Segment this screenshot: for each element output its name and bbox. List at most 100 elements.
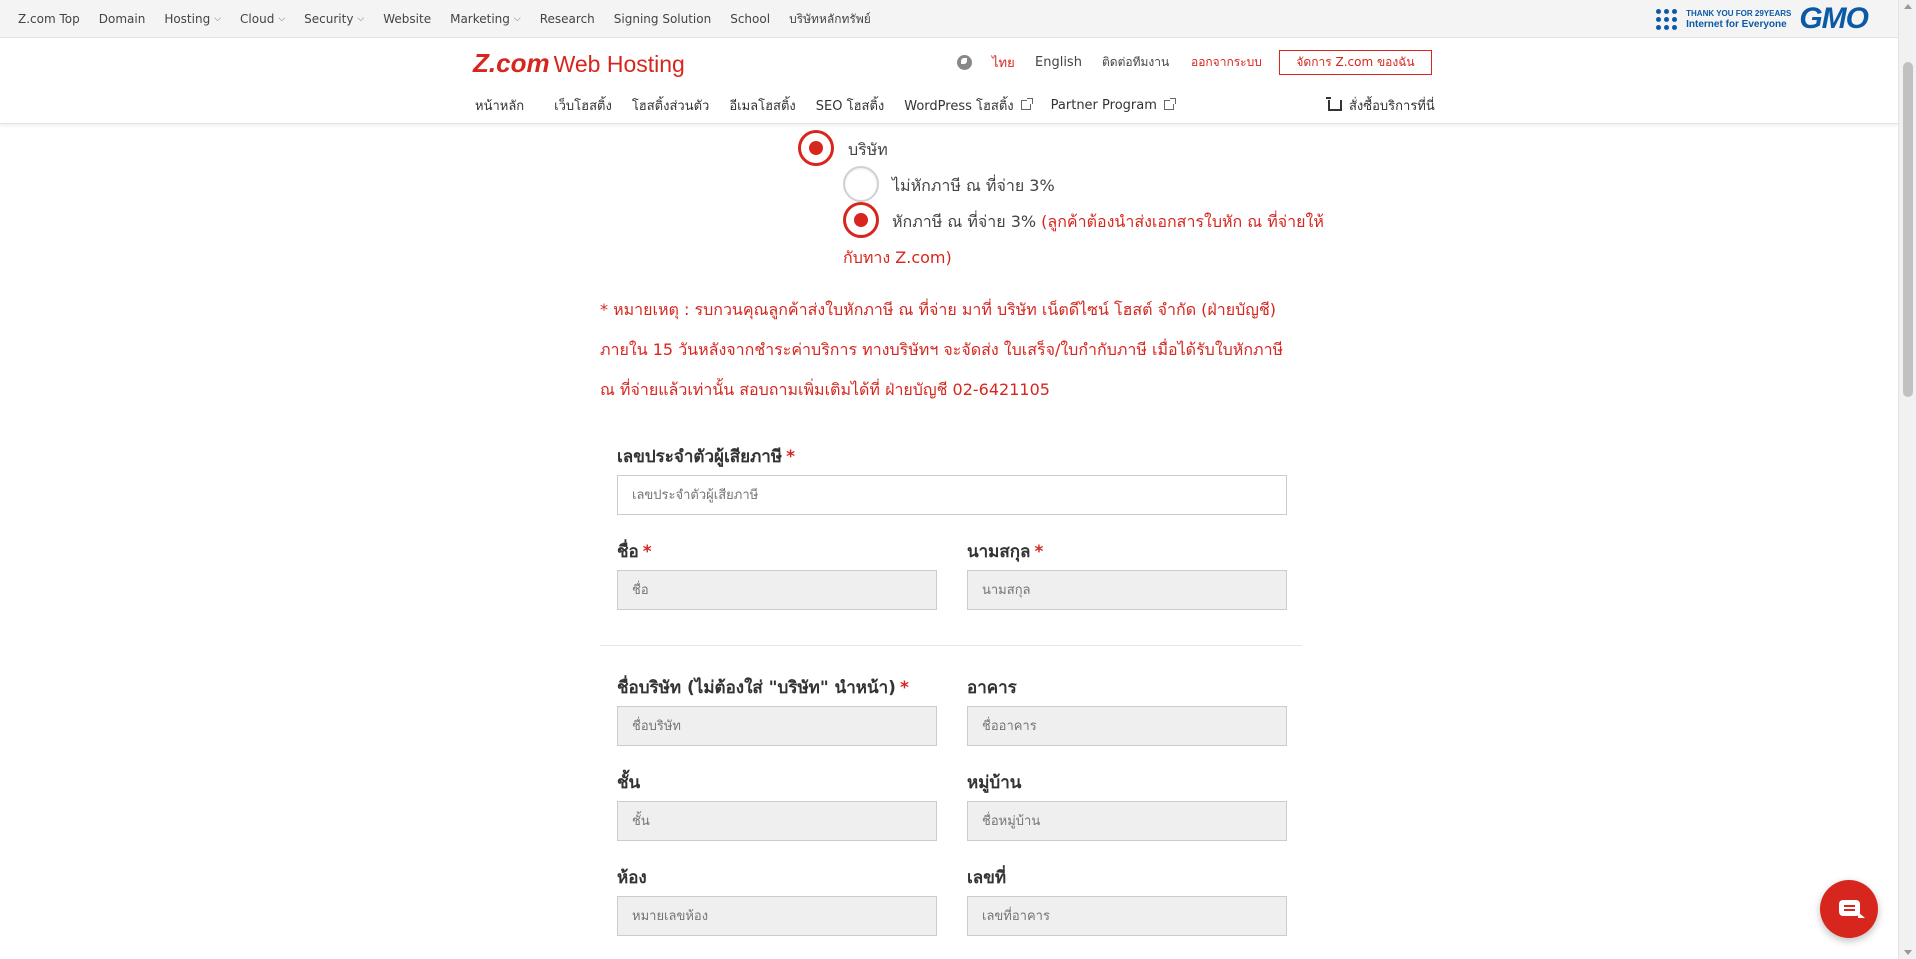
- gmo-nav-item-marketing[interactable]: Marketing ⌵: [450, 12, 521, 26]
- radio-withholding[interactable]: [843, 202, 879, 238]
- cart-icon: [1326, 96, 1342, 111]
- withholding-note-continued: กับทาง Z.com): [843, 248, 952, 267]
- chevron-down-icon: ⌵: [214, 14, 222, 24]
- first-name-input[interactable]: [617, 570, 937, 610]
- gmo-nav-label: Domain: [98, 12, 146, 26]
- required-mark: *: [899, 678, 909, 698]
- main-nav: หน้าหลัก เว็บโฮสติ้ง โฮสติ้งส่วนตัว อีเม…: [475, 94, 1194, 116]
- number-label: เลขที่: [967, 868, 1007, 888]
- logo-zcom: Z.com: [473, 48, 550, 78]
- last-name-label-text: นามสกุล: [967, 542, 1031, 562]
- nav-item-wordpress-hosting[interactable]: WordPress โฮสติ้ง: [904, 95, 1033, 116]
- gmo-nav-label: Website: [383, 12, 432, 26]
- tax-id-input[interactable]: [617, 475, 1287, 515]
- gmo-nav-item-zcom-top[interactable]: Z.com Top: [18, 12, 80, 26]
- chevron-down-icon: ⌵: [278, 14, 286, 24]
- gmo-nav-label: School: [730, 12, 771, 26]
- gmo-nav-item-domain[interactable]: Domain: [99, 12, 146, 26]
- gmo-tagline-line2: Internet for Everyone: [1686, 19, 1787, 30]
- gmo-nav-item-security[interactable]: Security ⌵: [304, 12, 364, 26]
- chat-button[interactable]: [1820, 880, 1878, 938]
- lang-english-link[interactable]: English: [1035, 51, 1082, 73]
- nav-item-web-hosting[interactable]: เว็บโฮสติ้ง: [554, 95, 612, 116]
- required-mark: *: [786, 447, 795, 467]
- first-name-label: ชื่อ *: [617, 538, 652, 565]
- withholding-option: หักภาษี ณ ที่จ่าย 3% (ลูกค้าต้องนำส่งเอก…: [892, 210, 1324, 235]
- gmo-nav-item-cloud[interactable]: Cloud ⌵: [240, 12, 285, 26]
- logout-link[interactable]: ออกจากระบบ: [1191, 51, 1262, 73]
- nav-item-email-hosting[interactable]: อีเมลโฮสติ้ง: [729, 95, 795, 116]
- vertical-scrollbar[interactable]: [1898, 0, 1916, 959]
- company-name-label-text: ชื่อบริษัท (ไม่ต้องใส่ "บริษัท" นำหน้า): [617, 678, 896, 698]
- nav-item-seo-hosting[interactable]: SEO โฮสติ้ง: [816, 95, 884, 116]
- order-service-link[interactable]: สั่งซื้อบริการที่นี่: [1326, 94, 1435, 116]
- lang-thai-link[interactable]: ไทย: [992, 51, 1015, 73]
- building-input[interactable]: [967, 706, 1287, 746]
- radio-company[interactable]: [798, 130, 834, 166]
- nav-item-label: เว็บโฮสติ้ง: [554, 98, 612, 114]
- gmo-nav-label: บริษัทหลักทรัพย์: [789, 11, 871, 26]
- withholding-label: หักภาษี ณ ที่จ่าย 3%: [892, 212, 1037, 231]
- apps-grid-icon[interactable]: [1656, 9, 1678, 30]
- village-label: หมู่บ้าน: [967, 773, 1022, 793]
- company-option-label: บริษัท: [848, 140, 888, 159]
- required-mark: *: [1034, 542, 1044, 562]
- globe-icon: [957, 51, 972, 73]
- chevron-down-icon: ⌵: [513, 14, 521, 24]
- gmo-nav: Z.com Top Domain Hosting ⌵ Cloud ⌵ Securit…: [18, 0, 890, 38]
- nav-item-partner-program[interactable]: Partner Program: [1050, 97, 1176, 113]
- nav-item-label: SEO โฮสติ้ง: [815, 98, 885, 114]
- withholding-note: (ลูกค้าต้องนำส่งเอกสารใบหัก ณ ที่จ่ายให้: [1041, 212, 1324, 231]
- order-service-label: สั่งซื้อบริการที่นี่: [1349, 98, 1435, 114]
- company-name-input[interactable]: [617, 706, 937, 746]
- gmo-brand: THANK YOU FOR 29YEARS Internet for Every…: [1656, 2, 1869, 35]
- chat-bubble-icon: [1839, 900, 1865, 918]
- company-name-label: ชื่อบริษัท (ไม่ต้องใส่ "บริษัท" นำหน้า) *: [617, 674, 909, 701]
- withholding-remark: * หมายเหตุ : รบกวนคุณลูกค้าส่งใบหักภาษี …: [600, 300, 1284, 399]
- gmo-nav-label: Signing Solution: [613, 12, 712, 26]
- scroll-down-arrow-icon[interactable]: [1904, 950, 1912, 955]
- floor-input[interactable]: [617, 801, 937, 841]
- nav-item-label: อีเมลโฮสติ้ง: [729, 98, 796, 114]
- nav-item-label: WordPress โฮสติ้ง: [904, 98, 1014, 114]
- gmo-nav-label: Hosting: [164, 12, 211, 26]
- first-name-label-text: ชื่อ: [617, 542, 639, 562]
- required-mark: *: [642, 542, 652, 562]
- gmo-nav-item-research[interactable]: Research: [540, 12, 595, 26]
- no-withholding-label: ไม่หักภาษี ณ ที่จ่าย 3%: [892, 176, 1055, 195]
- gmo-top-bar: Z.com Top Domain Hosting ⌵ Cloud ⌵ Securit…: [0, 0, 1898, 38]
- tax-id-label-text: เลขประจำตัวผู้เสียภาษี: [617, 447, 783, 467]
- gmo-nav-item-hosting[interactable]: Hosting ⌵: [164, 12, 221, 26]
- gmo-tagline: THANK YOU FOR 29YEARS Internet for Every…: [1686, 8, 1791, 30]
- radio-no-withholding[interactable]: [843, 166, 879, 202]
- gmo-nav-item-school[interactable]: School: [730, 12, 770, 26]
- external-link-icon: [1163, 98, 1176, 110]
- nav-item-label: โฮสติ้งส่วนตัว: [631, 98, 710, 114]
- gmo-nav-item-signing-solution[interactable]: Signing Solution: [614, 12, 711, 26]
- gmo-nav-label: Z.com Top: [18, 12, 80, 26]
- gmo-nav-item-website[interactable]: Website: [383, 12, 431, 26]
- site-header: Z.com Web Hosting ไทย English ติดต่อทีมง…: [0, 38, 1898, 124]
- number-input[interactable]: [967, 896, 1287, 936]
- zcom-web-hosting-logo[interactable]: Z.com Web Hosting: [473, 48, 685, 79]
- village-input[interactable]: [967, 801, 1287, 841]
- scroll-up-arrow-icon[interactable]: [1904, 4, 1912, 9]
- gmo-nav-label: Marketing: [450, 12, 510, 26]
- contact-link[interactable]: ติดต่อทีมงาน: [1102, 51, 1169, 73]
- external-link-icon: [1020, 98, 1033, 110]
- chevron-down-icon: ⌵: [357, 14, 365, 24]
- gmo-logo[interactable]: GMO: [1799, 2, 1869, 36]
- gmo-nav-label: Cloud: [240, 12, 275, 26]
- room-input[interactable]: [617, 896, 937, 936]
- last-name-input[interactable]: [967, 570, 1287, 610]
- gmo-nav-item-securities[interactable]: บริษัทหลักทรัพย์: [789, 10, 871, 29]
- manage-zcom-button[interactable]: จัดการ Z.com ของฉัน: [1279, 50, 1432, 75]
- room-label: ห้อง: [617, 868, 647, 888]
- nav-item-home[interactable]: หน้าหลัก: [475, 95, 524, 116]
- nav-item-private-hosting[interactable]: โฮสติ้งส่วนตัว: [632, 95, 710, 116]
- building-label: อาคาร: [967, 678, 1017, 698]
- gmo-nav-label: Security: [304, 12, 354, 26]
- floor-label: ชั้น: [617, 773, 641, 793]
- scrollbar-thumb[interactable]: [1903, 62, 1913, 397]
- nav-item-label: Partner Program: [1050, 97, 1157, 113]
